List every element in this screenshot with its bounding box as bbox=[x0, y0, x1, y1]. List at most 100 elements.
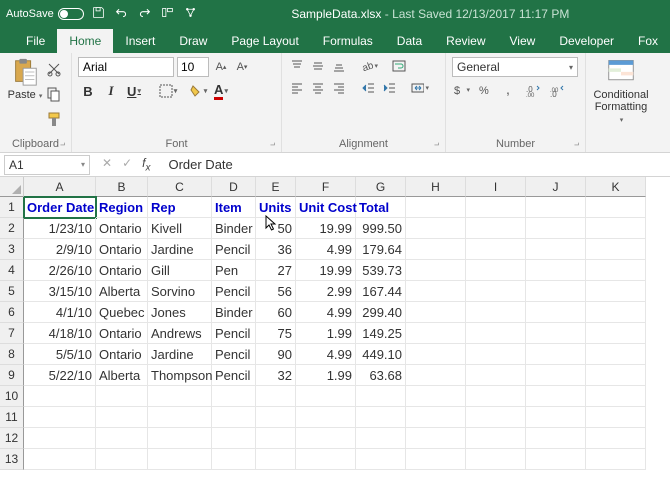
number-format-select[interactable]: General▾ bbox=[452, 57, 578, 77]
tab-home[interactable]: Home bbox=[57, 29, 113, 53]
cell[interactable] bbox=[586, 197, 646, 218]
cell[interactable]: 1/23/10 bbox=[24, 218, 96, 239]
formula-input[interactable]: Order Date bbox=[162, 157, 670, 172]
cell[interactable] bbox=[586, 428, 646, 449]
column-header[interactable]: I bbox=[466, 177, 526, 197]
cell[interactable]: 5/5/10 bbox=[24, 344, 96, 365]
cell[interactable] bbox=[96, 386, 148, 407]
cell[interactable] bbox=[24, 407, 96, 428]
cell[interactable]: Ontario bbox=[96, 218, 148, 239]
cell[interactable]: 50 bbox=[256, 218, 296, 239]
cell[interactable]: 999.50 bbox=[356, 218, 406, 239]
cell[interactable] bbox=[24, 428, 96, 449]
cell[interactable]: Order Date bbox=[24, 197, 96, 218]
cell[interactable]: Ontario bbox=[96, 239, 148, 260]
cell[interactable] bbox=[526, 239, 586, 260]
cell[interactable] bbox=[586, 218, 646, 239]
cell[interactable]: 149.25 bbox=[356, 323, 406, 344]
cell[interactable] bbox=[256, 428, 296, 449]
decrease-decimal-icon[interactable]: .00.0 bbox=[548, 81, 566, 99]
font-size-select[interactable] bbox=[177, 57, 209, 77]
cell[interactable] bbox=[526, 197, 586, 218]
copy-icon[interactable] bbox=[46, 86, 62, 105]
align-middle-icon[interactable] bbox=[309, 57, 327, 75]
cell[interactable] bbox=[586, 239, 646, 260]
cell[interactable] bbox=[466, 302, 526, 323]
cell[interactable] bbox=[526, 344, 586, 365]
border-button[interactable] bbox=[158, 81, 178, 101]
cell[interactable]: 2/9/10 bbox=[24, 239, 96, 260]
cell[interactable] bbox=[296, 449, 356, 470]
cell[interactable] bbox=[406, 386, 466, 407]
cell[interactable]: Units bbox=[256, 197, 296, 218]
cell[interactable] bbox=[406, 344, 466, 365]
cell[interactable]: Alberta bbox=[96, 365, 148, 386]
cell[interactable]: Alberta bbox=[96, 281, 148, 302]
cell[interactable] bbox=[526, 365, 586, 386]
cell[interactable]: Pencil bbox=[212, 365, 256, 386]
cell[interactable] bbox=[466, 407, 526, 428]
cell[interactable] bbox=[356, 386, 406, 407]
cell[interactable] bbox=[406, 239, 466, 260]
column-header[interactable]: A bbox=[24, 177, 96, 197]
column-header[interactable]: E bbox=[256, 177, 296, 197]
row-header[interactable]: 8 bbox=[0, 344, 24, 365]
cell[interactable] bbox=[526, 281, 586, 302]
column-header[interactable]: F bbox=[296, 177, 356, 197]
redo-icon[interactable] bbox=[138, 6, 151, 22]
cell[interactable]: 299.40 bbox=[356, 302, 406, 323]
cell[interactable] bbox=[296, 386, 356, 407]
column-header[interactable]: C bbox=[148, 177, 212, 197]
cancel-formula-icon[interactable]: ✕ bbox=[102, 156, 112, 173]
cell[interactable] bbox=[148, 428, 212, 449]
cell[interactable] bbox=[24, 449, 96, 470]
cell[interactable]: Pen bbox=[212, 260, 256, 281]
row-header[interactable]: 5 bbox=[0, 281, 24, 302]
cell[interactable] bbox=[466, 386, 526, 407]
merge-center-icon[interactable] bbox=[411, 79, 429, 97]
cell[interactable] bbox=[406, 197, 466, 218]
cell[interactable] bbox=[586, 386, 646, 407]
align-left-icon[interactable] bbox=[288, 79, 306, 97]
cell[interactable] bbox=[406, 302, 466, 323]
cell[interactable] bbox=[466, 197, 526, 218]
bold-button[interactable]: B bbox=[78, 81, 98, 101]
cell[interactable] bbox=[212, 428, 256, 449]
cell[interactable] bbox=[586, 344, 646, 365]
cell[interactable]: 179.64 bbox=[356, 239, 406, 260]
cell[interactable] bbox=[526, 386, 586, 407]
cell[interactable]: 2/26/10 bbox=[24, 260, 96, 281]
row-header[interactable]: 10 bbox=[0, 386, 24, 407]
cell[interactable]: 19.99 bbox=[296, 218, 356, 239]
tab-data[interactable]: Data bbox=[385, 29, 434, 53]
cell[interactable] bbox=[96, 449, 148, 470]
cell[interactable] bbox=[466, 344, 526, 365]
row-header[interactable]: 12 bbox=[0, 428, 24, 449]
cell[interactable]: Ontario bbox=[96, 323, 148, 344]
cell[interactable]: 56 bbox=[256, 281, 296, 302]
cell[interactable]: 4.99 bbox=[296, 344, 356, 365]
align-right-icon[interactable] bbox=[330, 79, 348, 97]
cell[interactable]: 4/18/10 bbox=[24, 323, 96, 344]
cell[interactable]: 449.10 bbox=[356, 344, 406, 365]
cell[interactable] bbox=[148, 386, 212, 407]
cell[interactable] bbox=[586, 323, 646, 344]
format-painter-icon[interactable] bbox=[46, 111, 62, 130]
italic-button[interactable]: I bbox=[101, 81, 121, 101]
cell[interactable]: 75 bbox=[256, 323, 296, 344]
cell[interactable]: 63.68 bbox=[356, 365, 406, 386]
column-header[interactable]: K bbox=[586, 177, 646, 197]
cell[interactable] bbox=[356, 407, 406, 428]
cell[interactable]: 90 bbox=[256, 344, 296, 365]
conditional-formatting-button[interactable]: ConditionalFormatting bbox=[592, 57, 650, 136]
cell[interactable] bbox=[466, 449, 526, 470]
autosave-toggle[interactable]: AutoSave bbox=[6, 8, 84, 20]
qa-icon[interactable] bbox=[161, 6, 174, 22]
cell[interactable] bbox=[148, 449, 212, 470]
cell[interactable] bbox=[466, 260, 526, 281]
tab-formulas[interactable]: Formulas bbox=[311, 29, 385, 53]
row-header[interactable]: 3 bbox=[0, 239, 24, 260]
cell[interactable] bbox=[586, 407, 646, 428]
tab-fox[interactable]: Fox bbox=[626, 29, 670, 53]
cell[interactable]: 1.99 bbox=[296, 323, 356, 344]
